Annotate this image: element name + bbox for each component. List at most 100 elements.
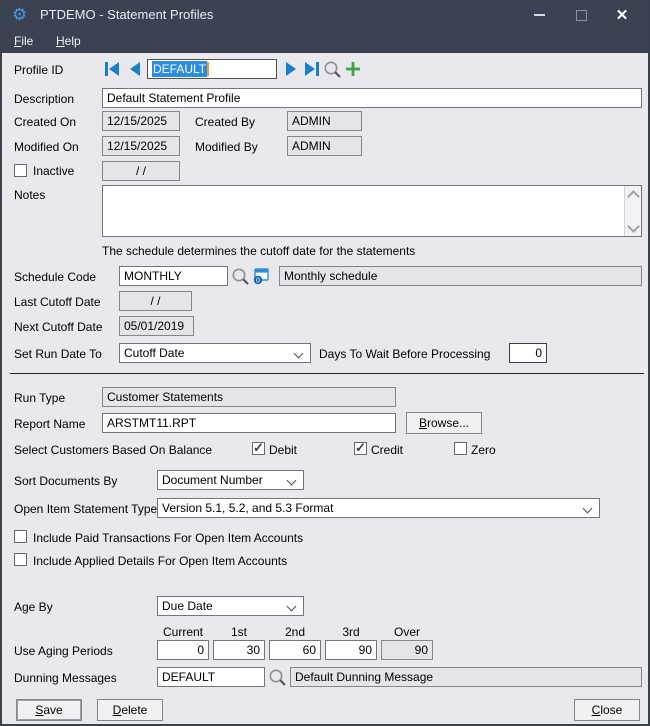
use-aging-periods-label: Use Aging Periods xyxy=(14,644,113,658)
app-gear-icon: ⚙ xyxy=(12,5,27,25)
credit-checkbox[interactable] xyxy=(354,442,367,455)
run-type-label: Run Type xyxy=(14,391,65,405)
notes-textarea[interactable] xyxy=(102,185,642,237)
modified-on-label: Modified On xyxy=(14,140,79,154)
include-applied-label[interactable]: Include Applied Details For Open Item Ac… xyxy=(33,554,287,568)
last-cutoff-date-label: Last Cutoff Date xyxy=(14,295,101,309)
dunning-finder-button[interactable] xyxy=(268,668,287,687)
aging-header-2nd: 2nd xyxy=(269,625,321,639)
dunning-messages-label: Dunning Messages xyxy=(14,671,117,685)
plus-icon xyxy=(345,61,361,77)
aging-period-1st-input[interactable]: 30 xyxy=(213,640,265,660)
description-input[interactable]: Default Statement Profile xyxy=(102,88,642,108)
include-applied-checkbox[interactable] xyxy=(14,553,27,566)
next-record-button[interactable] xyxy=(282,61,300,77)
aging-header-1st: 1st xyxy=(213,625,265,639)
scroll-down-icon[interactable] xyxy=(627,220,640,233)
created-by-field: ADMIN xyxy=(287,111,362,131)
next-record-icon xyxy=(284,62,298,76)
minimize-icon xyxy=(534,14,545,16)
maximize-icon xyxy=(576,10,587,21)
include-paid-checkbox[interactable] xyxy=(14,530,27,543)
next-cutoff-date-label: Next Cutoff Date xyxy=(14,320,103,334)
dunning-description-field: Default Dunning Message xyxy=(290,667,642,687)
menu-help[interactable]: Help xyxy=(56,34,81,48)
zero-label[interactable]: Zero xyxy=(471,443,496,457)
chevron-down-icon xyxy=(287,476,297,486)
profile-finder-button[interactable] xyxy=(323,60,342,79)
aging-period-2nd-input[interactable]: 60 xyxy=(269,640,321,660)
schedule-finder-button[interactable] xyxy=(231,267,250,286)
search-icon xyxy=(231,267,250,286)
statement-profiles-window: ⚙ PTDEMO - Statement Profiles ✕ File Hel… xyxy=(0,0,650,726)
open-item-statement-type-value: Version 5.1, 5.2, and 5.3 Format xyxy=(162,501,333,515)
age-by-dropdown[interactable]: Due Date xyxy=(157,596,304,616)
profile-id-input[interactable]: DEFAULT xyxy=(147,59,277,79)
delete-button[interactable]: Delete xyxy=(97,699,163,721)
set-run-date-to-label: Set Run Date To xyxy=(14,347,102,361)
created-on-field: 12/15/2025 xyxy=(102,111,180,131)
close-button[interactable]: Close xyxy=(574,699,640,721)
inactive-label[interactable]: Inactive xyxy=(33,164,74,178)
save-button[interactable]: Save xyxy=(16,699,82,721)
open-item-statement-type-dropdown[interactable]: Version 5.1, 5.2, and 5.3 Format xyxy=(157,498,600,518)
first-record-icon xyxy=(104,62,120,76)
last-cutoff-date-field: / / xyxy=(119,291,192,311)
inactive-checkbox[interactable] xyxy=(14,164,27,177)
minimize-button[interactable] xyxy=(522,0,556,30)
days-to-wait-input[interactable]: 0 xyxy=(509,343,547,363)
credit-label[interactable]: Credit xyxy=(371,443,403,457)
chevron-down-icon xyxy=(294,349,304,359)
chevron-down-icon xyxy=(583,504,593,514)
drilldown-icon: 0 xyxy=(252,268,269,285)
include-paid-label[interactable]: Include Paid Transactions For Open Item … xyxy=(33,531,303,545)
aging-period-3rd-input[interactable]: 90 xyxy=(325,640,377,660)
age-by-value: Due Date xyxy=(162,599,213,613)
description-label: Description xyxy=(14,92,74,106)
scroll-up-icon[interactable] xyxy=(627,190,640,203)
set-run-date-dropdown[interactable]: Cutoff Date xyxy=(119,343,311,363)
last-record-button[interactable] xyxy=(303,61,321,77)
first-record-button[interactable] xyxy=(103,61,121,77)
browse-button[interactable]: Browse... xyxy=(406,412,482,434)
profile-id-value: DEFAULT xyxy=(152,61,207,77)
next-cutoff-date-field: 05/01/2019 xyxy=(119,316,194,336)
notes-scrollbar[interactable] xyxy=(624,186,641,236)
schedule-code-input[interactable]: MONTHLY xyxy=(119,266,228,286)
modified-by-label: Modified By xyxy=(195,140,258,154)
close-icon: ✕ xyxy=(616,6,629,24)
sort-documents-by-label: Sort Documents By xyxy=(14,474,117,488)
chevron-down-icon xyxy=(287,602,297,612)
created-on-label: Created On xyxy=(14,115,76,129)
inactive-date-field: / / xyxy=(102,161,180,181)
previous-record-button[interactable] xyxy=(126,61,144,77)
aging-header-current: Current xyxy=(157,625,209,639)
debit-label[interactable]: Debit xyxy=(269,443,297,457)
schedule-hint-text: The schedule determines the cutoff date … xyxy=(102,244,415,258)
new-record-button[interactable] xyxy=(345,61,361,77)
run-type-field: Customer Statements xyxy=(102,387,396,407)
aging-period-current-input[interactable]: 0 xyxy=(157,640,209,660)
search-icon xyxy=(323,60,342,79)
maximize-button[interactable] xyxy=(564,0,598,30)
modified-on-field: 12/15/2025 xyxy=(102,136,180,156)
sort-documents-dropdown[interactable]: Document Number xyxy=(157,470,304,490)
zero-checkbox[interactable] xyxy=(454,442,467,455)
menu-file[interactable]: File xyxy=(14,34,33,48)
menu-bar: File Help xyxy=(0,30,650,53)
aging-header-over: Over xyxy=(381,625,433,639)
created-by-label: Created By xyxy=(195,115,255,129)
schedule-description-field: Monthly schedule xyxy=(279,266,642,286)
section-divider xyxy=(10,373,644,374)
set-run-date-value: Cutoff Date xyxy=(124,346,184,360)
dunning-messages-input[interactable]: DEFAULT xyxy=(157,667,265,687)
debit-checkbox[interactable] xyxy=(252,442,265,455)
previous-record-icon xyxy=(128,62,142,76)
last-record-icon xyxy=(304,62,320,76)
report-name-input[interactable]: ARSTMT11.RPT xyxy=(102,413,396,433)
schedule-code-label: Schedule Code xyxy=(14,270,96,284)
days-to-wait-label: Days To Wait Before Processing xyxy=(319,347,490,361)
age-by-label: Age By xyxy=(14,600,53,614)
close-window-button[interactable]: ✕ xyxy=(605,0,639,30)
schedule-drilldown-button[interactable]: 0 xyxy=(252,268,269,285)
